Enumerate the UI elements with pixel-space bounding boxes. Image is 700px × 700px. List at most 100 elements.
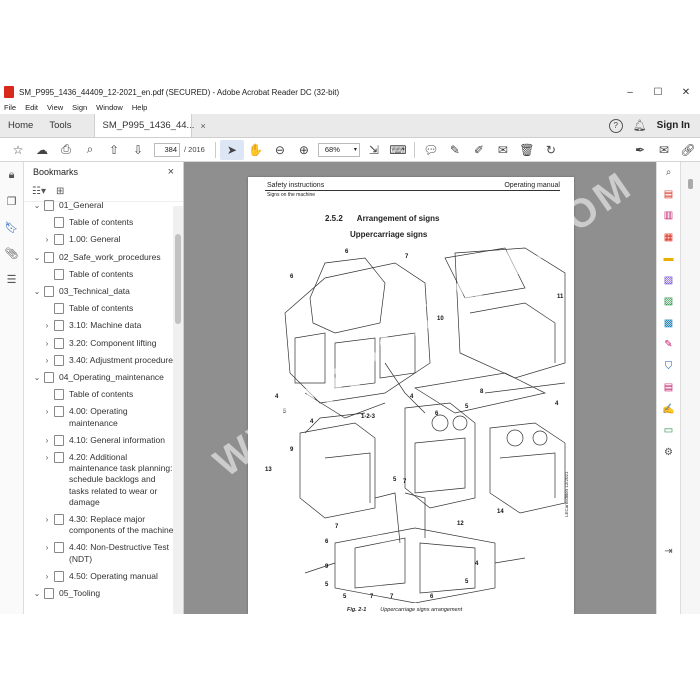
sign-in-button[interactable]: Sign In (657, 120, 690, 131)
upload-cloud-icon[interactable]: ☁ (30, 140, 54, 160)
bookmarks-scrollbar[interactable] (173, 206, 183, 614)
print-icon[interactable]: ⎙ (54, 140, 78, 160)
chevron-icon[interactable]: › (42, 355, 52, 366)
bookmark-item[interactable]: › 3.10: Machine data (24, 317, 174, 334)
expand-pane-icon[interactable]: ⇥ (657, 541, 680, 563)
fill-sign-tool-icon[interactable]: ✎ (657, 334, 680, 356)
zoom-in-icon[interactable]: ⊕ (292, 140, 316, 160)
bookmark-item[interactable]: ⌄ 03_Technical_data (24, 283, 174, 300)
chevron-icon[interactable]: ⌄ (32, 286, 42, 297)
document-scrollbar[interactable] (680, 162, 700, 614)
layers-icon[interactable]: ☰ (0, 266, 23, 292)
chevron-icon[interactable]: › (42, 571, 52, 582)
chevron-icon[interactable]: › (42, 320, 52, 331)
comment-tool-icon[interactable]: ▬ (657, 248, 680, 270)
stamp-icon[interactable]: ✉ (491, 140, 515, 160)
menu-help[interactable]: Help (132, 103, 147, 112)
chevron-icon[interactable]: › (42, 234, 52, 245)
chevron-icon[interactable]: ⌄ (32, 372, 42, 383)
bookmark-item[interactable]: ⌄ 01_General (24, 197, 174, 214)
menu-file[interactable]: File (4, 103, 16, 112)
scrollbar-thumb[interactable] (688, 179, 693, 189)
fit-page-icon[interactable]: ⇲ (362, 140, 386, 160)
zoom-select[interactable]: 68% ▾ (317, 142, 360, 157)
bookmark-item[interactable]: › 1.00: General (24, 231, 174, 248)
chevron-icon[interactable]: ⌄ (32, 252, 42, 263)
protect-icon[interactable]: ⛉ (657, 356, 680, 378)
hand-tool-icon[interactable]: ✋ (244, 140, 268, 160)
highlight-pen-icon[interactable]: ✎ (443, 140, 467, 160)
send-signature-icon[interactable]: ✍ (657, 399, 680, 421)
search-icon[interactable]: ⌕ (657, 162, 680, 184)
bookmark-item[interactable]: ⌄ 05_Tooling (24, 585, 174, 602)
email-icon[interactable]: ✉ (652, 140, 676, 160)
comment-icon[interactable]: 💬︎ (419, 140, 443, 160)
rotate-icon[interactable]: ↻ (539, 140, 563, 160)
page-number-input[interactable]: 384 (154, 142, 180, 157)
select-cursor-icon[interactable]: ➤ (219, 139, 244, 160)
document-view[interactable]: Safety instructions Operating manual Sig… (184, 162, 680, 614)
bookmark-item[interactable]: › 4.10: General information (24, 432, 174, 449)
share-icon[interactable]: 🔗︎ (676, 140, 700, 160)
close-panel-icon[interactable]: × (168, 166, 174, 178)
menu-view[interactable]: View (47, 103, 63, 112)
chevron-icon[interactable]: › (42, 542, 52, 553)
fill-sign-icon[interactable]: ✒ (628, 140, 652, 160)
bookmark-item[interactable]: › 4.50: Operating manual (24, 568, 174, 585)
maximize-button[interactable]: ☐ (644, 87, 672, 98)
more-tools-icon[interactable]: ⚙ (657, 442, 680, 464)
bookmark-item[interactable]: ⌄ 04_Operating_maintenance (24, 369, 174, 386)
chevron-icon[interactable]: › (42, 406, 52, 417)
create-pdf-icon[interactable]: ▦ (657, 227, 680, 249)
delete-icon[interactable]: 🗑︎ (515, 140, 539, 160)
bookmark-add-icon[interactable]: ⊞ (56, 186, 64, 197)
draw-icon[interactable]: ✐ (467, 140, 491, 160)
edit-pdf-icon[interactable]: ▥ (657, 205, 680, 227)
minimize-button[interactable]: – (616, 87, 644, 98)
bell-icon[interactable]: 🔔︎ (633, 119, 647, 132)
attachment-icon[interactable]: 📎︎ (0, 240, 23, 266)
bookmark-item[interactable]: ⌄ 02_Safe_work_procedures (24, 249, 174, 266)
previous-page-icon[interactable]: ⇧ (102, 140, 126, 160)
tab-tools[interactable]: Tools (41, 114, 79, 137)
zoom-out-icon[interactable]: ⊖ (268, 140, 292, 160)
combine-files-icon[interactable]: ▧ (657, 270, 680, 292)
close-window-button[interactable]: ✕ (672, 87, 700, 98)
bookmark-item[interactable]: Table of contents (24, 386, 174, 403)
bookmark-item[interactable]: › 3.40: Adjustment procedure (24, 352, 174, 369)
measure-icon[interactable]: ▭ (657, 420, 680, 442)
keyboard-icon[interactable]: ⌨ (386, 140, 410, 160)
bookmark-item[interactable]: Table of contents (24, 300, 174, 317)
menu-sign[interactable]: Sign (72, 103, 87, 112)
scan-icon[interactable]: ▩ (657, 313, 680, 335)
chevron-icon[interactable]: ⌄ (32, 588, 42, 599)
chevron-icon[interactable]: › (42, 514, 52, 525)
tab-close-icon[interactable]: × (200, 121, 205, 131)
chevron-icon[interactable]: › (42, 452, 52, 463)
export-pdf-icon[interactable]: ▤ (657, 184, 680, 206)
scrollbar-thumb[interactable] (175, 234, 181, 324)
bookmark-item[interactable]: › 4.20: Additional maintenance task plann… (24, 449, 174, 511)
bookmark-item[interactable]: › 4.00: Operating maintenance (24, 403, 174, 431)
pages-icon[interactable]: ❐ (0, 188, 23, 214)
bookmark-item[interactable]: › 4.30: Replace major components of the m… (24, 511, 174, 539)
bookmarks-icon[interactable]: 🔖︎ (0, 214, 23, 240)
help-icon[interactable]: ? (608, 118, 623, 133)
bookmark-item[interactable]: › 3.20: Component lifting (24, 335, 174, 352)
prepare-form-icon[interactable]: ▤ (657, 377, 680, 399)
bookmark-item[interactable]: › 4.40: Non-Destructive Test (NDT) (24, 539, 174, 567)
tab-document[interactable]: SM_P995_1436_44... × (93, 114, 206, 137)
tab-home[interactable]: Home (0, 114, 41, 137)
next-page-icon[interactable]: ⇩ (126, 140, 150, 160)
bookmark-item[interactable]: Table of contents (24, 266, 174, 283)
zoom-search-icon[interactable]: ⌕ (78, 140, 102, 160)
chevron-icon[interactable]: ⌄ (32, 200, 42, 211)
bookmark-item[interactable]: Table of contents (24, 214, 174, 231)
menu-window[interactable]: Window (96, 103, 123, 112)
organize-pages-icon[interactable]: ▨ (657, 291, 680, 313)
chevron-icon[interactable]: › (42, 338, 52, 349)
menu-edit[interactable]: Edit (25, 103, 38, 112)
bookmark-options-icon[interactable]: ☷▾ (32, 186, 46, 197)
bookmark-star-icon[interactable]: ☆ (6, 140, 30, 160)
chevron-icon[interactable]: › (42, 435, 52, 446)
